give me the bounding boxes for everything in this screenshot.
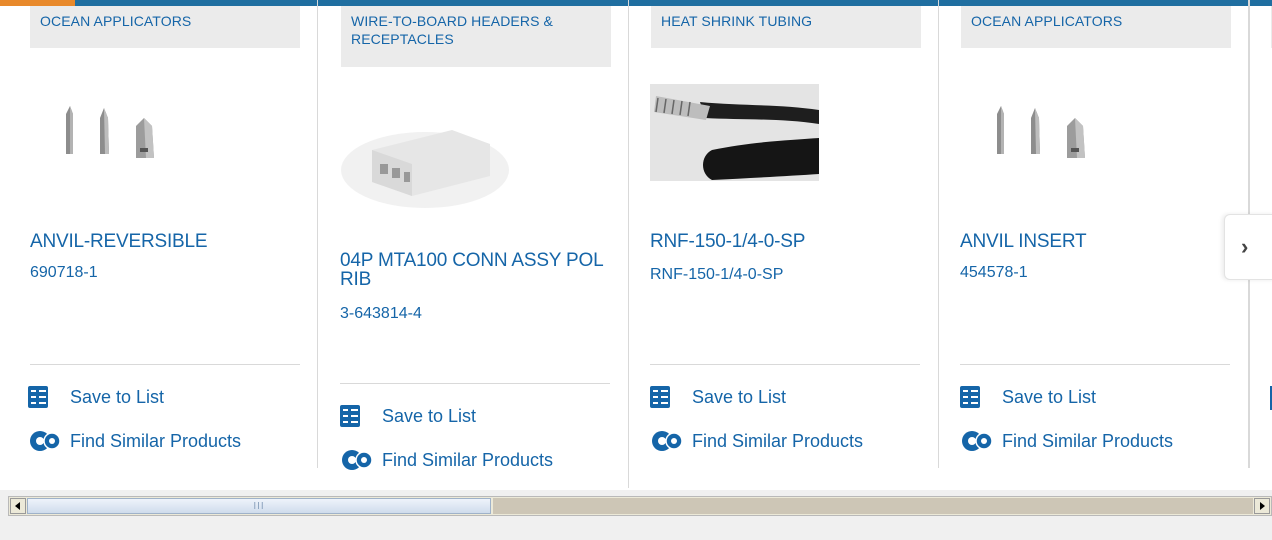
- category-label[interactable]: HEAT SHRINK TUBING: [651, 6, 921, 48]
- product-card: OCEAN APPLICATORS ANVIL INSERT 454578-1 …: [939, 0, 1249, 468]
- save-to-list-button[interactable]: Save to List: [28, 386, 164, 408]
- scroll-thumb[interactable]: III: [27, 498, 491, 514]
- find-similar-button[interactable]: Find Similar Products: [960, 429, 1173, 453]
- divider: [650, 364, 920, 365]
- triangle-right-icon: [1260, 502, 1265, 510]
- triangle-left-icon: [15, 502, 20, 510]
- find-similar-label: Find Similar Products: [692, 430, 864, 451]
- product-image[interactable]: [650, 84, 819, 181]
- product-card: HEAT SHRINK TUBING RNF-150-1/4-0-SP RNF-…: [629, 0, 939, 468]
- product-carousel: OCEAN APPLICATORS ANVIL-REVERSIBLE 69071…: [0, 0, 1272, 490]
- part-number[interactable]: RNF-150-1/4-0-SP: [650, 265, 783, 285]
- product-title[interactable]: RNF-150-1/4-0-SP: [650, 232, 918, 252]
- scroll-track[interactable]: [493, 498, 1253, 514]
- save-to-list-label: Save to List: [382, 405, 477, 426]
- gears-icon: [962, 431, 993, 451]
- find-similar-label: Find Similar Products: [70, 430, 242, 451]
- product-image[interactable]: [60, 104, 170, 162]
- category-label[interactable]: OCEAN APPLICATORS: [30, 6, 300, 48]
- find-similar-button[interactable]: Find Similar Products: [28, 429, 241, 453]
- chevron-right-icon: ›: [1241, 234, 1249, 259]
- find-similar-label: Find Similar Products: [1002, 430, 1174, 451]
- divider: [960, 364, 1230, 365]
- gears-icon: [342, 450, 373, 470]
- checklist-icon: [28, 386, 48, 408]
- part-number[interactable]: 454578-1: [960, 263, 1028, 283]
- find-similar-label: Find Similar Products: [382, 449, 554, 470]
- checklist-icon: [960, 386, 980, 408]
- product-title[interactable]: 04P MTA100 CONN ASSY POL RIB: [340, 251, 608, 289]
- product-image[interactable]: [340, 120, 510, 210]
- divider: [340, 383, 610, 384]
- carousel-next-button[interactable]: ›: [1224, 214, 1272, 280]
- part-number[interactable]: 3-643814-4: [340, 304, 422, 324]
- save-to-list-label: Save to List: [70, 386, 165, 407]
- save-to-list-label: Save to List: [692, 386, 787, 407]
- product-card: OCEAN APPLICATORS ANVIL-REVERSIBLE 69071…: [8, 0, 318, 468]
- scroll-left-arrow[interactable]: [10, 498, 26, 514]
- category-label[interactable]: WIRE-TO-BOARD HEADERS & RECEPTACLES: [341, 6, 611, 67]
- find-similar-button[interactable]: Find Similar Products: [650, 429, 863, 453]
- product-title[interactable]: ANVIL-REVERSIBLE: [30, 232, 300, 252]
- save-to-list-label: Save to List: [1002, 386, 1097, 407]
- find-similar-button[interactable]: Find Similar Products: [340, 448, 553, 472]
- product-title[interactable]: ANVIL INSERT: [960, 232, 1228, 252]
- product-image[interactable]: [991, 104, 1101, 162]
- save-to-list-button[interactable]: Save to List: [960, 386, 1096, 408]
- category-label[interactable]: OCEAN APPLICATORS: [961, 6, 1231, 48]
- scroll-thumb-grip: III: [253, 500, 265, 512]
- part-number[interactable]: 690718-1: [30, 263, 98, 283]
- horizontal-scrollbar[interactable]: III: [8, 496, 1272, 516]
- checklist-icon: [650, 386, 670, 408]
- product-card: WIRE-TO-BOARD HEADERS & RECEPTACLES 04P …: [319, 0, 629, 488]
- save-to-list-button[interactable]: Save to List: [650, 386, 786, 408]
- gears-icon: [652, 431, 683, 451]
- save-to-list-button[interactable]: Save to List: [340, 405, 476, 427]
- divider: [30, 364, 300, 365]
- checklist-icon: [340, 405, 360, 427]
- scroll-right-arrow[interactable]: [1254, 498, 1270, 514]
- gears-icon: [30, 431, 61, 451]
